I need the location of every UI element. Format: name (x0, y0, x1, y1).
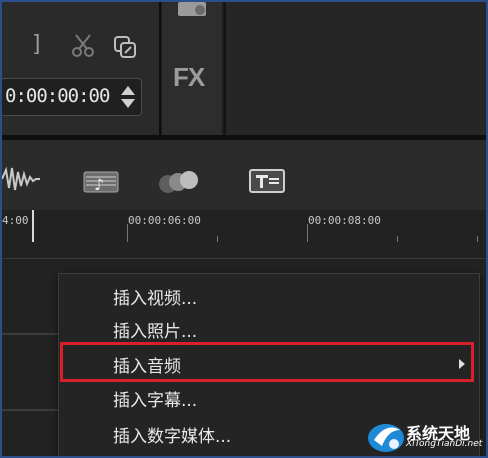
menu-item-label: 插入字幕... (113, 391, 198, 411)
timecode-field[interactable]: 0:00:00:00 (2, 78, 142, 116)
menu-item-insert-subtitle[interactable]: 插入字幕... (59, 382, 479, 414)
timeline-ruler[interactable]: 4:00 00:00:06:00 00:00:08:00 (2, 210, 486, 259)
title-text-icon[interactable] (248, 168, 288, 196)
ruler-tick (477, 236, 478, 242)
scissors-icon[interactable] (70, 32, 96, 58)
ruler-tick (397, 236, 398, 242)
playhead[interactable] (32, 210, 34, 242)
ruler-tick (127, 224, 128, 242)
highlight-annotation (60, 342, 474, 382)
svg-text:♪: ♪ (94, 175, 104, 194)
effects-sidebar: FX (162, 2, 222, 135)
motion-track-icon[interactable] (158, 168, 202, 196)
mark-out-button[interactable]: ] (32, 32, 41, 57)
timeline-toolbar: ♪ (2, 140, 486, 211)
menu-item-insert-video[interactable]: 插入视频... (59, 280, 479, 312)
menu-item-label: 插入视频... (113, 289, 198, 309)
track-divider (2, 333, 62, 335)
menu-item-label: 插入数字媒体... (113, 427, 232, 447)
track-divider (2, 409, 62, 411)
ruler-tick (217, 236, 218, 242)
audio-waveform-icon[interactable] (2, 164, 44, 194)
library-panel (224, 2, 486, 135)
ruler-tick (307, 224, 308, 242)
preview-controls-panel: ] 0:00:00:00 (2, 2, 161, 135)
spin-arrows-icon[interactable] (120, 83, 136, 111)
transition-icon[interactable] (170, 2, 214, 20)
ruler-label: 00:00:06:00 (128, 214, 201, 227)
copy-icon[interactable] (112, 34, 138, 60)
watermark-subtitle: XiTongTianDi.net (406, 439, 483, 449)
ruler-label: 00:00:08:00 (308, 214, 381, 227)
timecode-value: 0:00:00:00 (5, 85, 110, 107)
menu-item-label: 插入照片... (113, 322, 198, 342)
ruler-label: 4:00 (2, 214, 29, 227)
app-window: ] 0:00:00:00 FX ♪ 4:00 00:00:06:00 00:00… (0, 0, 488, 458)
fx-label[interactable]: FX (173, 62, 205, 93)
menu-item-insert-photo[interactable]: 插入照片... (59, 313, 479, 345)
music-score-icon[interactable]: ♪ (82, 166, 122, 196)
